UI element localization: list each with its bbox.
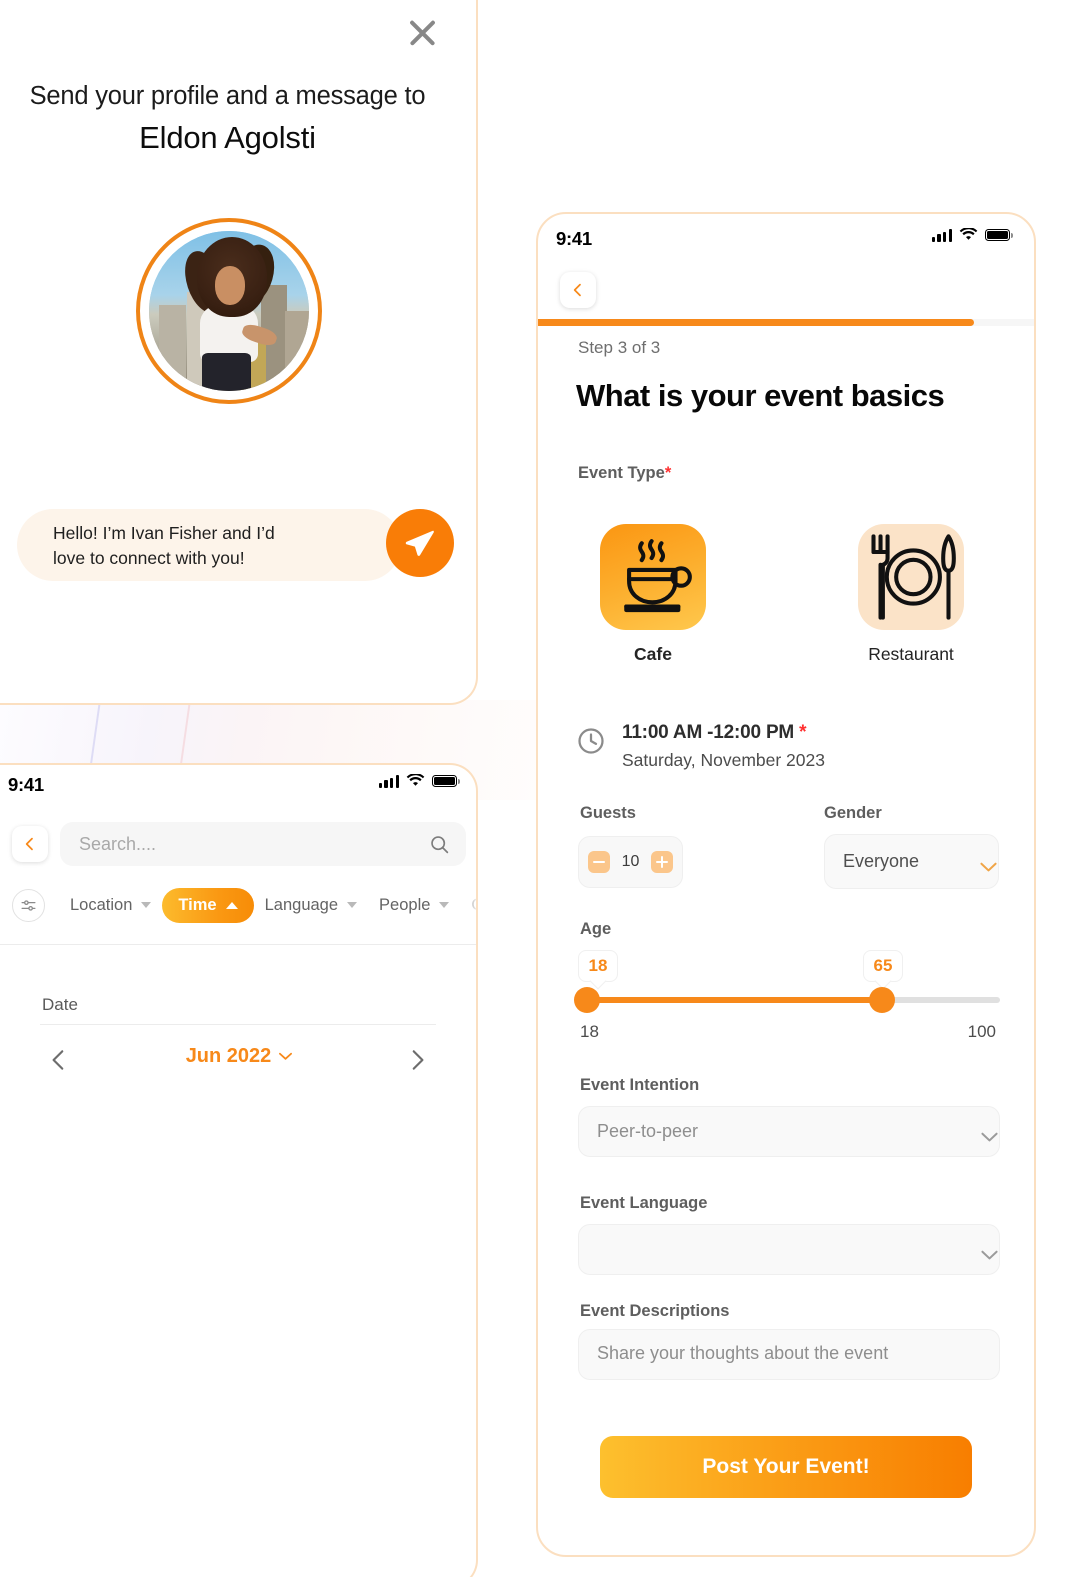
age-min-badge: 18 — [578, 950, 618, 982]
chevron-down-icon — [981, 1250, 998, 1259]
filter-chip-label: Time — [178, 895, 217, 914]
event-basics-card: 9:41 Step 3 of 3 What is your event basi… — [536, 212, 1036, 1557]
search-input[interactable]: Search.... — [60, 822, 466, 866]
age-max-caption: 100 — [967, 1022, 996, 1041]
age-range-slider[interactable] — [574, 987, 1000, 1013]
guests-label: Guests — [580, 804, 636, 822]
cutlery-plate-icon — [871, 534, 956, 620]
invite-message-row: Hello! I’m Ivan Fisher and I’d love to c… — [17, 509, 454, 593]
event-language-select[interactable] — [578, 1224, 1000, 1275]
avatar — [136, 218, 322, 404]
event-description-label: Event Descriptions — [580, 1302, 730, 1320]
sliders-icon[interactable] — [12, 888, 45, 922]
gender-value: Everyone — [843, 851, 920, 871]
event-type-label-restaurant: Restaurant — [868, 644, 954, 664]
filter-chip-people[interactable]: People — [368, 896, 460, 915]
filter-chip-language[interactable]: Language — [254, 896, 368, 915]
date-underline — [40, 1024, 436, 1025]
search-placeholder: Search.... — [79, 833, 157, 854]
gender-select[interactable]: Everyone — [824, 834, 999, 889]
screenshot-root: Send your profile and a message to Eldon… — [0, 0, 1074, 1577]
search-filter-card: 9:41 Search.... Location Time Language P… — [0, 763, 478, 1577]
event-back-button[interactable] — [560, 272, 596, 308]
guests-stepper: 10 — [578, 836, 683, 888]
progress-bar — [538, 319, 1034, 326]
calendar-month-selector[interactable]: Jun 2022 — [0, 1045, 476, 1068]
filter-chip-time[interactable]: Time — [162, 887, 254, 923]
chevron-down-icon — [347, 902, 358, 908]
cellular-icon — [378, 774, 399, 788]
filter-chip-label: Language — [264, 895, 339, 914]
invite-message-text[interactable]: Hello! I’m Ivan Fisher and I’d love to c… — [17, 509, 401, 581]
filter-chips: Location Time Language People Gend — [12, 885, 476, 925]
send-profile-card: Send your profile and a message to Eldon… — [0, 0, 478, 705]
search-row: Search.... — [12, 822, 466, 866]
guests-value: 10 — [621, 853, 640, 870]
status-bar: 9:41 — [0, 765, 476, 811]
profile-photo — [149, 231, 309, 391]
event-time: 11:00 AM -12:00 PM * — [622, 722, 807, 744]
event-type-option-cafe[interactable] — [600, 524, 706, 630]
filter-chip-label: People — [379, 895, 431, 914]
filter-chip-location[interactable]: Location — [59, 896, 162, 915]
progress-bar-fill — [538, 319, 975, 326]
back-button[interactable] — [12, 826, 48, 862]
event-description-placeholder: Share your thoughts about the event — [597, 1343, 889, 1363]
chevron-left-icon — [573, 283, 581, 297]
page-title: What is your event basics — [576, 378, 945, 413]
age-label: Age — [580, 920, 612, 938]
cellular-icon — [931, 228, 952, 242]
event-time-text: 11:00 AM -12:00 PM — [622, 722, 795, 743]
send-icon[interactable] — [386, 509, 454, 577]
invite-recipient-name: Eldon Agolsti — [139, 120, 316, 155]
status-time: 9:41 — [556, 228, 592, 249]
status-time: 9:41 — [8, 774, 44, 795]
chips-overflow-fade — [462, 885, 476, 925]
event-type-option-restaurant[interactable] — [858, 524, 964, 630]
minus-icon[interactable] — [588, 851, 610, 873]
invite-subtitle: Send your profile and a message to — [29, 82, 426, 110]
required-asterisk: * — [799, 722, 807, 743]
event-description-input[interactable]: Share your thoughts about the event — [578, 1329, 1000, 1380]
step-indicator: Step 3 of 3 — [578, 338, 661, 357]
chevron-up-icon — [225, 901, 238, 909]
filter-chip-label: Location — [70, 895, 133, 914]
battery-icon — [432, 774, 457, 788]
event-type-label-cafe: Cafe — [634, 644, 672, 664]
age-low-handle[interactable] — [574, 987, 600, 1013]
calendar-month-label: Jun 2022 — [185, 1045, 272, 1067]
date-section-label: Date — [42, 995, 78, 1014]
required-asterisk: * — [664, 464, 672, 482]
age-min-caption: 18 — [580, 1022, 599, 1041]
chevron-down-icon — [141, 902, 152, 908]
search-icon[interactable] — [429, 834, 450, 855]
age-range-fill — [578, 997, 882, 1003]
clock-icon — [578, 728, 604, 754]
chevron-down-icon — [279, 1052, 293, 1060]
coffee-cup-icon — [624, 539, 692, 613]
age-high-handle[interactable] — [869, 987, 895, 1013]
event-date: Saturday, November 2023 — [622, 750, 825, 770]
event-type-label: Event Type* — [578, 464, 671, 483]
gender-label: Gender — [824, 804, 882, 822]
post-event-button[interactable]: Post Your Event! — [600, 1436, 972, 1498]
filter-divider-top — [0, 944, 476, 945]
event-language-label: Event Language — [580, 1194, 708, 1212]
chevron-left-icon — [25, 837, 33, 851]
wifi-icon — [406, 774, 425, 786]
chevron-down-icon — [980, 862, 997, 871]
event-intention-select[interactable]: Peer-to-peer — [578, 1106, 1000, 1157]
chevron-down-icon — [981, 1132, 998, 1141]
event-intention-placeholder: Peer-to-peer — [597, 1121, 699, 1141]
event-type-label-text: Event Type — [578, 464, 665, 482]
wifi-icon — [959, 228, 978, 240]
chevron-down-icon — [439, 902, 450, 908]
event-intention-label: Event Intention — [580, 1076, 700, 1094]
battery-icon — [985, 228, 1010, 242]
plus-icon[interactable] — [650, 851, 673, 873]
close-icon[interactable] — [399, 10, 445, 56]
age-max-badge: 65 — [863, 950, 903, 982]
